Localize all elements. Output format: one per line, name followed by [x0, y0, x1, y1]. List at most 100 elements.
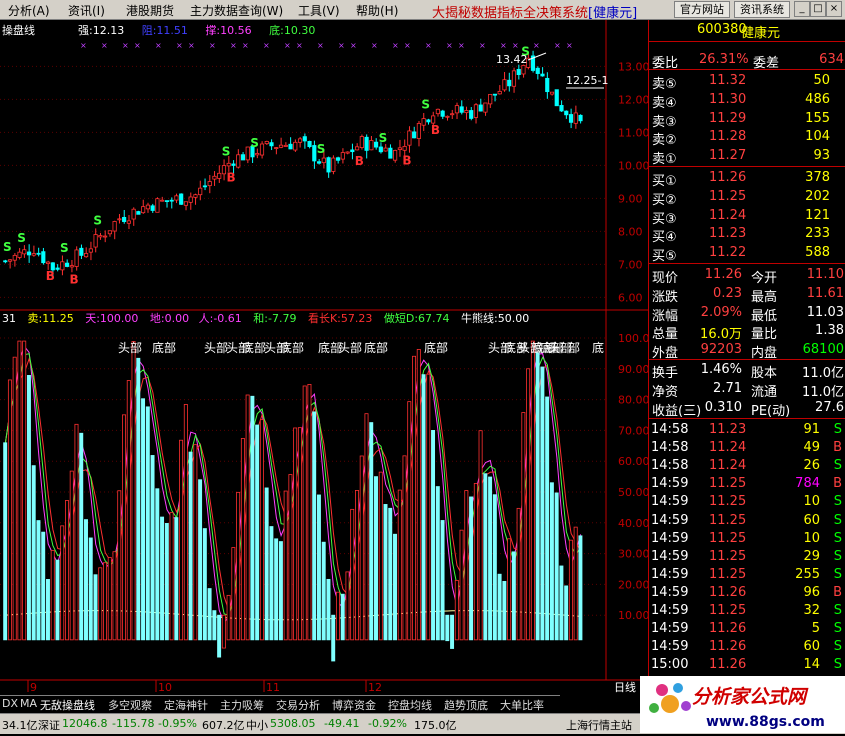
- stat-value: 11.10: [806, 267, 844, 282]
- info-system-button[interactable]: 资讯系统: [734, 1, 790, 18]
- osc-bar: [269, 526, 274, 641]
- osc-bar: [84, 519, 88, 641]
- stat-value: 1.46%: [700, 362, 742, 377]
- tab-bull-bear-watch[interactable]: 多空观察: [108, 697, 152, 713]
- candle-body: [55, 267, 60, 270]
- osc-bar: [126, 380, 131, 641]
- site-logo: 分析家公式网 www.88gs.com: [640, 676, 845, 733]
- buy-level-price: 11.23: [709, 226, 747, 242]
- candle-body: [426, 119, 431, 123]
- close-icon[interactable]: ×: [826, 1, 842, 17]
- top-marker: ×: [350, 41, 357, 50]
- tick-time: 14:59: [651, 639, 689, 655]
- menu-help[interactable]: 帮助(H): [356, 2, 398, 19]
- tick-time: 15:00: [651, 657, 689, 673]
- tab-game-funds[interactable]: 博弈资金: [332, 697, 376, 713]
- stock-name: 健康元: [741, 26, 781, 41]
- tab-big-order-ratio[interactable]: 大单比率: [500, 697, 544, 713]
- osc-bar: [369, 422, 374, 641]
- stat-row: 涨跌 0.23 最高 11.61: [649, 285, 845, 305]
- tick-time: 14:58: [651, 422, 689, 437]
- x-axis-label: 9: [30, 681, 37, 694]
- sell-level-label: 卖②: [652, 133, 677, 149]
- sell-level-volume: 486: [805, 91, 830, 107]
- osc-legend-sky: 天:100.00: [85, 312, 138, 325]
- tick-side: S: [833, 603, 842, 618]
- osc-tick-label: 30.00: [618, 548, 648, 561]
- osc-bar: [402, 455, 407, 641]
- candle-body: [307, 140, 312, 148]
- candle-body: [26, 251, 32, 256]
- candle-body: [274, 147, 279, 149]
- osc-bar: [350, 508, 355, 641]
- wei-bi-row: 委比 26.31% 委差 634: [649, 51, 845, 71]
- candle-body: [79, 247, 84, 256]
- top-marker: ×: [230, 41, 237, 50]
- menu-info[interactable]: 资讯(I): [68, 2, 105, 19]
- tab-dx[interactable]: DX: [2, 697, 18, 710]
- candle-body: [69, 265, 74, 268]
- osc-bar: [355, 490, 359, 641]
- candle-body: [88, 248, 93, 253]
- osc-legend-bull-bear: 牛熊线:50.00: [461, 311, 529, 325]
- osc-bar: [150, 455, 155, 641]
- candle-body: [393, 150, 398, 161]
- tab-control-ma[interactable]: 控盘均线: [388, 697, 432, 713]
- menu-main-data[interactable]: 主力数据查询(W): [190, 2, 283, 19]
- tab-trend-top-bottom[interactable]: 趋势顶底: [444, 697, 488, 713]
- sell-signal-marker: S: [421, 98, 430, 112]
- osc-bar: [540, 366, 545, 641]
- candle-body: [464, 110, 469, 114]
- stat-label: 净资: [652, 384, 679, 400]
- osc-legend-man: 人:-0.61: [199, 312, 242, 325]
- buy-level-row: 买⑤ 11.22 588: [649, 244, 845, 264]
- tab-accumulate[interactable]: 主力吸筹: [220, 697, 264, 713]
- quote-panel: 600380 健康元 委比 26.31% 委差 634 卖⑤ 11.32 50 卖④ 1…: [648, 20, 845, 678]
- minimize-icon[interactable]: _: [794, 1, 810, 17]
- osc-tick-label: 20.00: [618, 578, 648, 591]
- official-site-button[interactable]: 官方网站: [674, 1, 730, 18]
- tab-ma[interactable]: MA: [20, 697, 37, 710]
- candle-body: [22, 249, 27, 255]
- osc-bar: [259, 419, 264, 641]
- osc-bar: [293, 427, 298, 641]
- osc-bar: [69, 470, 74, 641]
- stat-label: PE(动): [751, 403, 791, 419]
- menu-analysis[interactable]: 分析(A): [8, 2, 50, 19]
- logo-text: 分析家公式网: [692, 686, 809, 708]
- legend-strong-value: 12.13: [93, 24, 125, 37]
- tab-trade-analysis[interactable]: 交易分析: [276, 697, 320, 713]
- top-marker: ×: [533, 41, 540, 50]
- top-marker: ×: [479, 41, 486, 50]
- osc-bar: [107, 557, 112, 641]
- osc-bar: [459, 529, 464, 641]
- tick-time: 14:59: [651, 603, 689, 618]
- top-bottom-label: 部: [568, 340, 580, 355]
- osc-bar: [511, 551, 516, 641]
- tick-side: S: [833, 530, 842, 546]
- osc-bar: [359, 455, 364, 641]
- osc-bar: [226, 594, 231, 641]
- tab-needle[interactable]: 定海神针: [164, 697, 208, 713]
- candle-body: [145, 204, 150, 210]
- tab-invincible-line[interactable]: 无敌操盘线: [40, 697, 95, 713]
- osc-bar: [103, 562, 107, 641]
- top-marker: ×: [338, 41, 345, 50]
- candle-body: [355, 146, 360, 151]
- candle-body: [297, 138, 303, 143]
- osc-bar: [174, 517, 179, 641]
- restore-icon[interactable]: □: [810, 1, 826, 17]
- top-marker: ×: [317, 41, 324, 50]
- top-marker: ×: [458, 41, 465, 50]
- menu-tools[interactable]: 工具(V): [298, 2, 340, 19]
- menu-hk-futures[interactable]: 港股期货: [126, 2, 174, 19]
- osc-bar: [250, 395, 255, 641]
- kline-chart[interactable]: 13.0012.0011.0010.009.008.007.006.00 SSS…: [0, 20, 648, 695]
- period-label[interactable]: 日线: [614, 680, 636, 694]
- candle-body: [564, 110, 569, 116]
- sell-level-price: 11.30: [709, 91, 747, 107]
- legend-support-label: 撑:: [205, 23, 220, 37]
- status-ticker[interactable]: 上海行情主站: [566, 717, 632, 733]
- sell-level-row: 卖② 11.28 104: [649, 128, 845, 149]
- candle-body: [198, 187, 203, 196]
